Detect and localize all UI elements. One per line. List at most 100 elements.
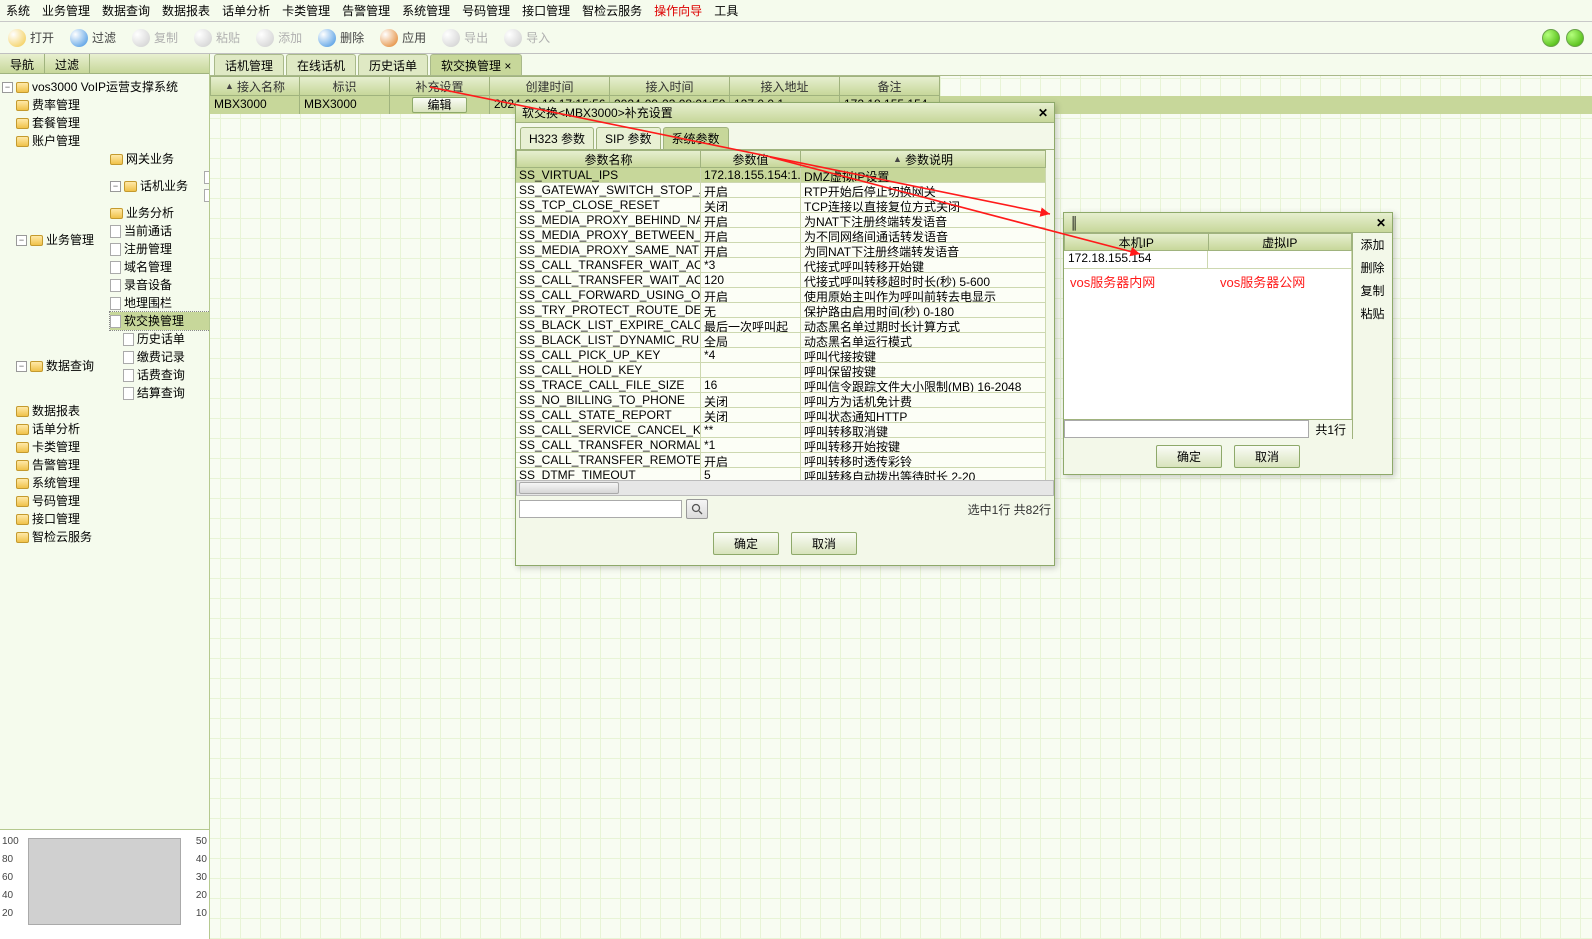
tree-历史话单[interactable]: 历史话单 [123, 330, 207, 348]
grid-cell[interactable]: 编辑 [390, 96, 490, 114]
expand-icon[interactable]: − [16, 361, 27, 372]
menu-8[interactable]: 号码管理 [462, 2, 510, 19]
param-row[interactable]: SS_CALL_TRANSFER_REMOTE_...开启呼叫转移时透传彩铃 [516, 453, 1054, 468]
tree-套餐管理[interactable]: 套餐管理 [16, 114, 207, 132]
doc-tab-1[interactable]: 在线话机 [286, 54, 356, 75]
tree-业务管理[interactable]: −业务管理网关业务−话机业务话机管理在线话机业务分析当前通话注册管理域名管理录音… [16, 150, 207, 330]
tree-话费查询[interactable]: 话费查询 [123, 366, 207, 384]
ip-row[interactable]: 172.18.155.154 [1064, 251, 1352, 269]
tree-号码管理[interactable]: 号码管理 [16, 492, 207, 510]
ip-action-删除[interactable]: 删除 [1353, 256, 1392, 279]
menu-5[interactable]: 卡类管理 [282, 2, 330, 19]
search-input[interactable] [519, 500, 682, 518]
tree-缴费记录[interactable]: 缴费记录 [123, 348, 207, 366]
tree-地理围栏[interactable]: 地理围栏 [110, 294, 209, 312]
cell-local-ip[interactable]: 172.18.155.154 [1064, 251, 1208, 269]
param-row[interactable]: SS_CALL_TRANSFER_NORMAL_...*1呼叫转移开始按键 [516, 438, 1054, 453]
dialog-titlebar[interactable]: 软交换<MBX3000>补充设置 ✕ [516, 103, 1054, 123]
tree-话机管理[interactable]: 话机管理 [204, 168, 209, 186]
tree-费率管理[interactable]: 费率管理 [16, 96, 207, 114]
ip-action-复制[interactable]: 复制 [1353, 279, 1392, 302]
tree-话单分析[interactable]: 话单分析 [16, 420, 207, 438]
param-col-1[interactable]: 参数值 [701, 150, 801, 168]
param-row[interactable]: SS_TRACE_CALL_FILE_SIZE16呼叫信令跟踪文件大小限制(MB… [516, 378, 1054, 393]
dlg-tab-1[interactable]: SIP 参数 [596, 127, 660, 149]
tree-账户管理[interactable]: 账户管理 [16, 132, 207, 150]
tab-nav[interactable]: 导航 [0, 54, 45, 73]
tab-filter[interactable]: 过滤 [45, 54, 90, 73]
param-row[interactable]: SS_CALL_SERVICE_CANCEL_KEY**呼叫转移取消键 [516, 423, 1054, 438]
grid-col-接入名称[interactable]: ▲接入名称 [210, 76, 300, 96]
menu-10[interactable]: 智检云服务 [582, 2, 642, 19]
param-col-0[interactable]: 参数名称 [516, 150, 701, 168]
menu-6[interactable]: 告警管理 [342, 2, 390, 19]
tree-注册管理[interactable]: 注册管理 [110, 240, 209, 258]
tree-业务分析[interactable]: 业务分析 [110, 204, 209, 222]
col-local-ip[interactable]: 本机IP [1064, 233, 1209, 251]
tree-录音设备[interactable]: 录音设备 [110, 276, 209, 294]
menu-7[interactable]: 系统管理 [402, 2, 450, 19]
ip-filter-input[interactable] [1064, 420, 1309, 438]
menu-12[interactable]: 工具 [714, 2, 738, 19]
tree-智检云服务[interactable]: 智检云服务 [16, 528, 207, 546]
col-virtual-ip[interactable]: 虚拟IP [1209, 233, 1353, 251]
menu-11[interactable]: 操作向导 [654, 2, 702, 19]
ip-action-粘贴[interactable]: 粘贴 [1353, 302, 1392, 325]
tree-结算查询[interactable]: 结算查询 [123, 384, 207, 402]
horizontal-scrollbar[interactable] [516, 480, 1054, 496]
expand-icon[interactable]: − [16, 235, 27, 246]
grid-cell[interactable]: MBX3000 [300, 96, 390, 114]
param-row[interactable]: SS_BLACK_LIST_EXPIRE_CALCU...最后一次呼叫起动态黑名… [516, 318, 1054, 333]
search-button[interactable] [686, 499, 708, 519]
param-row[interactable]: SS_CALL_HOLD_KEY呼叫保留按键 [516, 363, 1054, 378]
menu-3[interactable]: 数据报表 [162, 2, 210, 19]
doc-tab-0[interactable]: 话机管理 [214, 54, 284, 75]
param-table-body[interactable]: SS_VIRTUAL_IPS172.18.155.154:1...DMZ虚拟IP… [516, 168, 1054, 480]
ok-button[interactable]: 确定 [713, 532, 779, 555]
toolbar-删除[interactable]: 删除 [318, 29, 364, 47]
close-icon[interactable]: ✕ [1038, 106, 1048, 120]
edit-button[interactable]: 编辑 [412, 97, 466, 113]
toolbar-应用[interactable]: 应用 [380, 29, 426, 47]
menu-1[interactable]: 业务管理 [42, 2, 90, 19]
tree-接口管理[interactable]: 接口管理 [16, 510, 207, 528]
dlg-tab-0[interactable]: H323 参数 [520, 127, 594, 149]
param-row[interactable]: SS_CALL_TRANSFER_WAIT_ACC...*3代接式呼叫转移开始键 [516, 258, 1054, 273]
grid-col-创建时间[interactable]: 创建时间 [490, 76, 610, 96]
param-col-2[interactable]: ▲参数说明 [801, 150, 1046, 168]
tree-数据查询[interactable]: −数据查询历史话单缴费记录话费查询结算查询 [16, 330, 207, 402]
param-row[interactable]: SS_TCP_CLOSE_RESET关闭TCP连接以直接复位方式关闭 [516, 198, 1054, 213]
tree-域名管理[interactable]: 域名管理 [110, 258, 209, 276]
close-icon[interactable]: ✕ [1376, 216, 1386, 230]
param-row[interactable]: SS_CALL_STATE_REPORT关闭呼叫状态通知HTTP [516, 408, 1054, 423]
tree-告警管理[interactable]: 告警管理 [16, 456, 207, 474]
grid-col-补充设置[interactable]: 补充设置 [390, 76, 490, 96]
tree-卡类管理[interactable]: 卡类管理 [16, 438, 207, 456]
param-row[interactable]: SS_GATEWAY_SWITCH_STOP_AF...开启RTP开始后停止切换… [516, 183, 1054, 198]
param-row[interactable]: SS_VIRTUAL_IPS172.18.155.154:1...DMZ虚拟IP… [516, 168, 1054, 183]
param-row[interactable]: SS_DTMF_TIMEOUT5呼叫转移自动拨出等待时长 2-20 [516, 468, 1054, 480]
doc-tab-2[interactable]: 历史话单 [358, 54, 428, 75]
expand-icon[interactable]: − [110, 181, 121, 192]
toolbar-打开[interactable]: 打开 [8, 29, 54, 47]
dlg-tab-2[interactable]: 系统参数 [663, 127, 729, 149]
param-row[interactable]: SS_MEDIA_PROXY_SAME_NAT开启为同NAT下注册终端转发语音 [516, 243, 1054, 258]
tree-当前通话[interactable]: 当前通话 [110, 222, 209, 240]
param-row[interactable]: SS_CALL_PICK_UP_KEY*4呼叫代接按键 [516, 348, 1054, 363]
param-row[interactable]: SS_NO_BILLING_TO_PHONE关闭呼叫方为话机免计费 [516, 393, 1054, 408]
grid-col-标识[interactable]: 标识 [300, 76, 390, 96]
grid-col-接入地址[interactable]: 接入地址 [730, 76, 840, 96]
grid-cell[interactable]: MBX3000 [210, 96, 300, 114]
tree-话机业务[interactable]: −话机业务话机管理在线话机 [110, 168, 209, 204]
menu-9[interactable]: 接口管理 [522, 2, 570, 19]
menu-0[interactable]: 系统 [6, 2, 30, 19]
ip-ok-button[interactable]: 确定 [1156, 445, 1222, 468]
grid-col-接入时间[interactable]: 接入时间 [610, 76, 730, 96]
param-row[interactable]: SS_MEDIA_PROXY_BETWEEN_N...开启为不同网络间通话转发语… [516, 228, 1054, 243]
tree-网关业务[interactable]: 网关业务 [110, 150, 209, 168]
param-row[interactable]: SS_MEDIA_PROXY_BEHIND_NAT开启为NAT下注册终端转发语音 [516, 213, 1054, 228]
ip-action-添加[interactable]: 添加 [1353, 233, 1392, 256]
ip-dialog-titlebar[interactable]: ║ ✕ [1064, 213, 1392, 233]
param-row[interactable]: SS_TRY_PROTECT_ROUTE_DEL...无保护路由启用时间(秒) … [516, 303, 1054, 318]
toolbar-过滤[interactable]: 过滤 [70, 29, 116, 47]
